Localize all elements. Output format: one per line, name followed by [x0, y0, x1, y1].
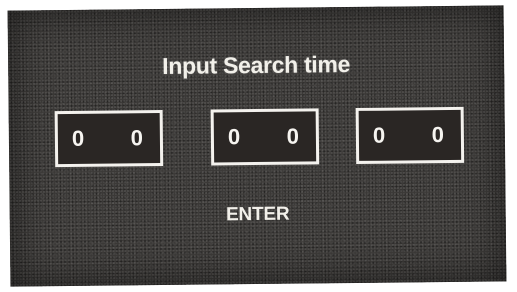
- time-field-1-digit-2[interactable]: 0: [131, 125, 144, 150]
- time-field-3[interactable]: 0 0: [355, 106, 465, 164]
- enter-button[interactable]: ENTER: [10, 201, 506, 228]
- time-field-2-digit-1[interactable]: 0: [228, 124, 241, 149]
- time-field-1-digit-1[interactable]: 0: [72, 126, 85, 151]
- dialog-title: Input Search time: [162, 51, 351, 79]
- time-field-2-digit-2[interactable]: 0: [287, 124, 300, 149]
- time-field-3-digit-2[interactable]: 0: [432, 122, 445, 147]
- time-field-2[interactable]: 0 0: [210, 108, 320, 166]
- search-time-screen: Input Search time 0 0 0 0 0 0 ENTER: [7, 5, 507, 287]
- time-field-3-digit-1[interactable]: 0: [373, 123, 386, 148]
- time-field-1[interactable]: 0 0: [54, 109, 164, 168]
